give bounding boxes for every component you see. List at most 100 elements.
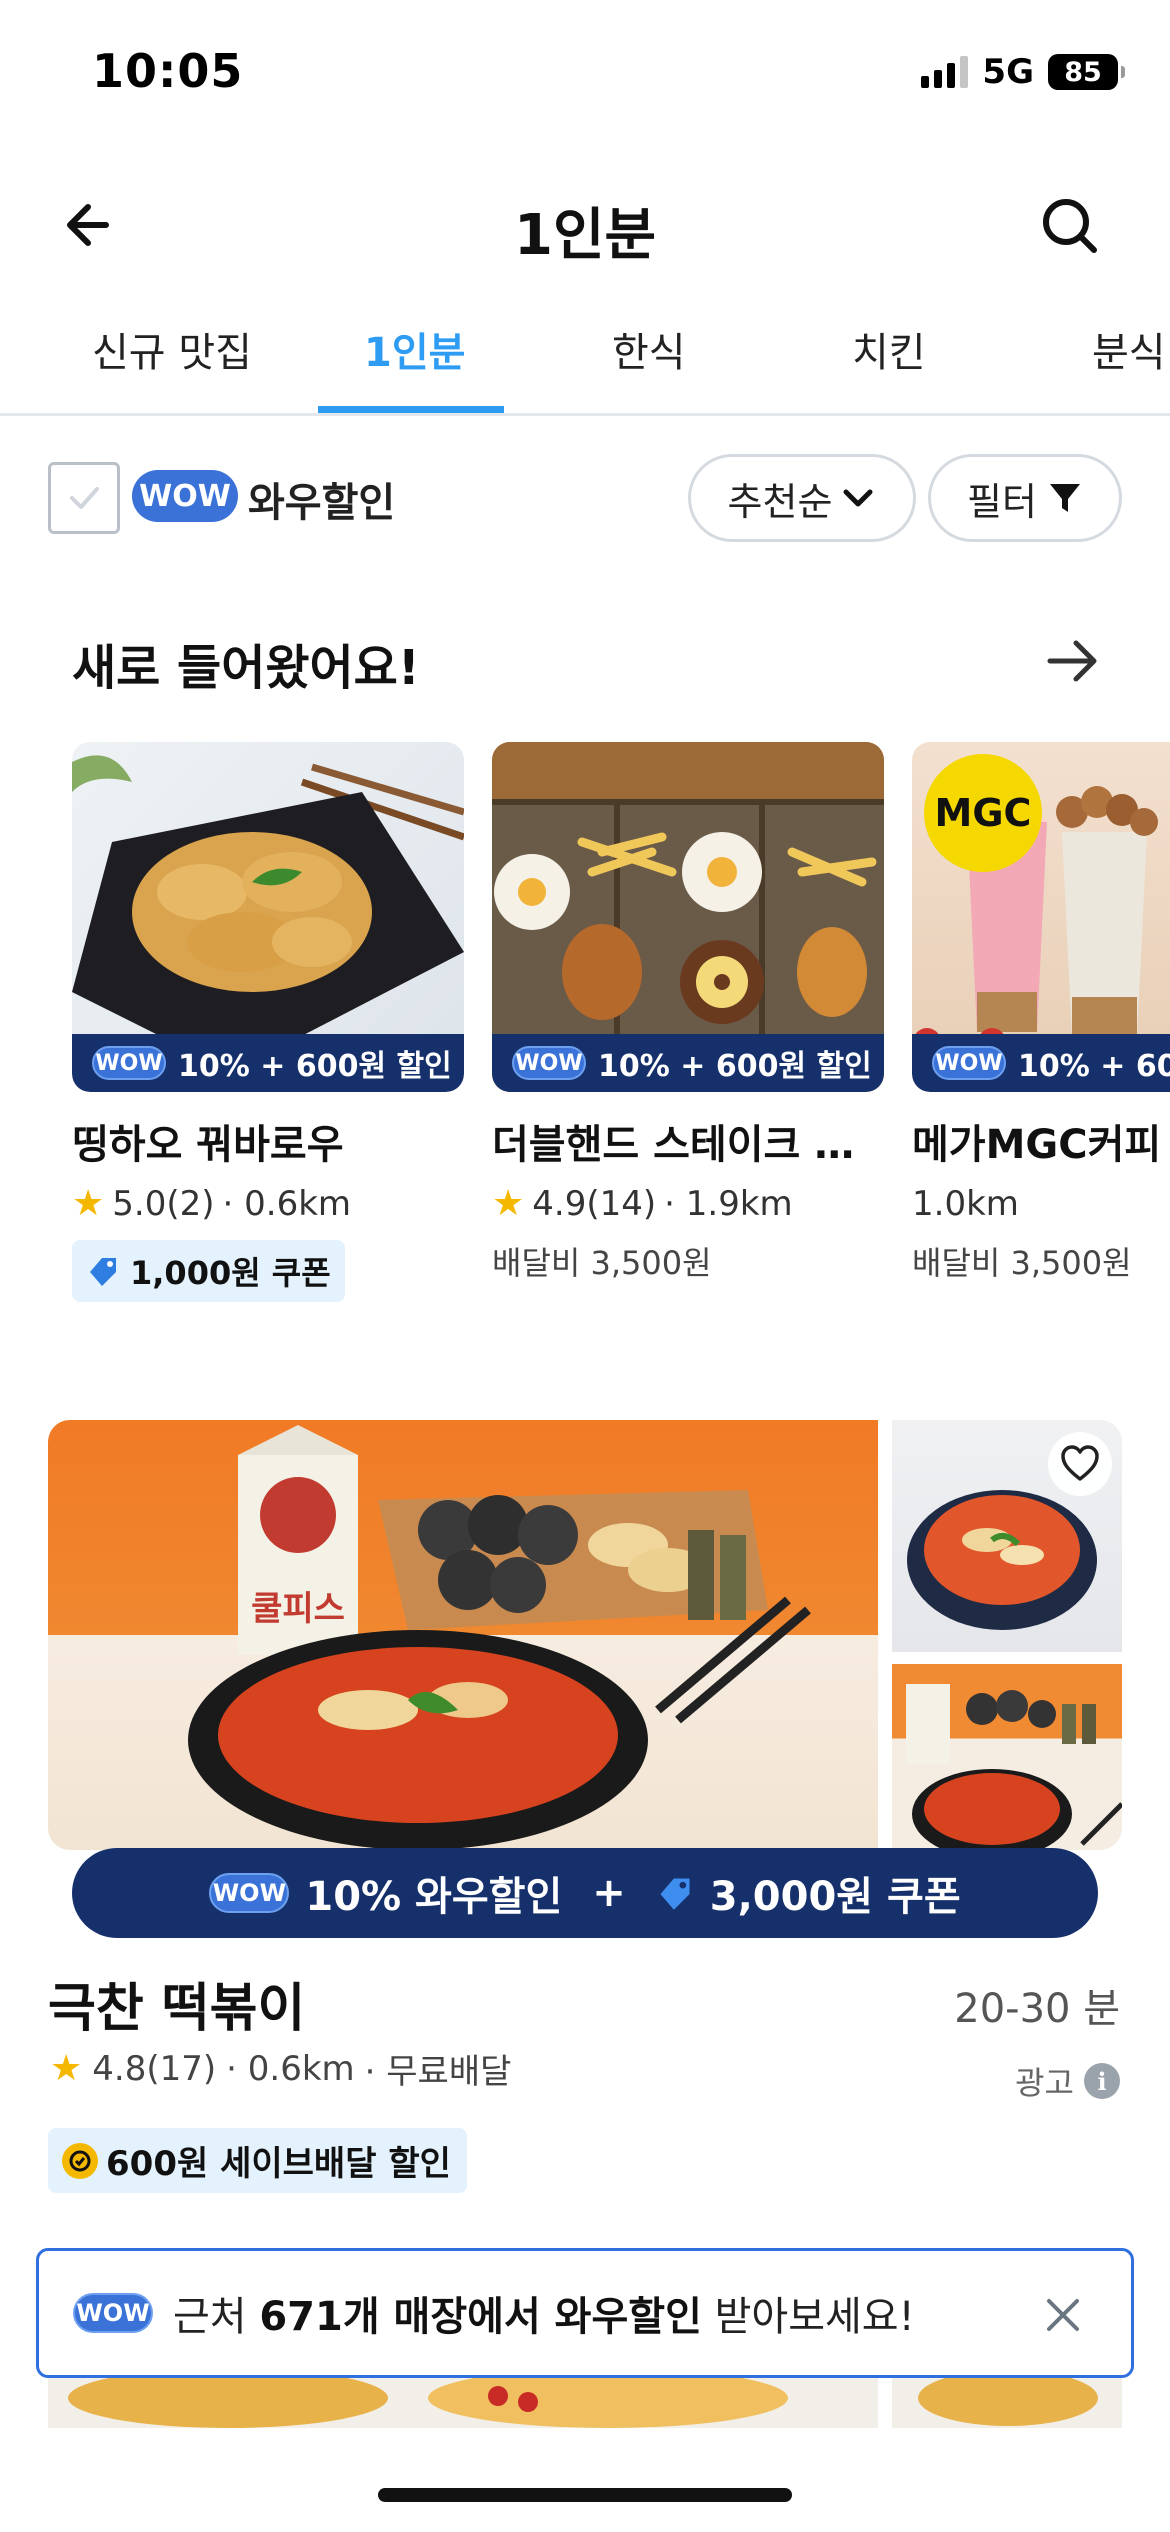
sort-label: 추천순	[727, 479, 833, 524]
store-photo: MGC WOW 10% + 600원 할인	[912, 742, 1170, 1092]
wow-badge: WOW	[92, 1046, 166, 1080]
discount-text: 10% + 600원 할인	[1018, 1049, 1170, 1084]
next-restaurant-photo-peek	[48, 2378, 1122, 2428]
store-distance: · 0.6km	[222, 1184, 352, 1224]
wow-badge: WOW	[209, 1873, 290, 1913]
restaurant-distance: · 0.6km	[226, 2048, 355, 2089]
restaurant-main-photo: 쿨피스	[48, 1420, 878, 1850]
wow-discount-label[interactable]: 와우할인	[248, 470, 395, 528]
network-type: 5G	[982, 52, 1034, 92]
page-title: 1인분	[513, 203, 656, 268]
store-rating: 4.9(14)	[532, 1184, 657, 1224]
filter-label: 필터	[967, 479, 1037, 524]
restaurant-name[interactable]: 극찬 떡볶이	[48, 1966, 305, 2041]
filter-button[interactable]: 필터	[928, 454, 1122, 542]
store-distance: · 1.9km	[664, 1184, 793, 1224]
store-distance: 1.0km	[912, 1184, 1019, 1224]
coupon-tag-icon	[90, 1258, 116, 1286]
discount-text: 10% + 600원 할인	[178, 1049, 452, 1084]
new-stores-carousel[interactable]: WOW 10% + 600원 할인 띵하오 꿔바로우 ★ 5.0(2) · 0.…	[0, 742, 1170, 1382]
store-card[interactable]: MGC WOW 10% + 600원 할인 메가MGC커피 … 1.0km 배달…	[912, 742, 1170, 1284]
search-icon	[1043, 199, 1097, 253]
status-bar: 10:05 5G 85	[0, 0, 1170, 150]
filter-row: WOW 와우할인 추천순 필터	[0, 450, 1170, 550]
tab-new-restaurants[interactable]: 신규 맛집	[92, 320, 252, 378]
active-tab-indicator	[318, 406, 504, 413]
info-icon: i	[1084, 2063, 1120, 2099]
close-button[interactable]	[1035, 2287, 1091, 2343]
store-meta: ★ 4.9(14) · 1.9km	[492, 1184, 884, 1224]
checkmark-icon	[70, 487, 99, 509]
save-delivery-chip: 600원 세이브배달 할인	[48, 2128, 467, 2193]
featured-restaurant-card[interactable]: 쿨피스 WOW 10% 와우할인 + 3,000원 쿠폰	[48, 1420, 1122, 1938]
star-icon: ★	[492, 1183, 525, 1224]
coupon-chip: 1,000원 쿠폰	[72, 1240, 345, 1302]
store-card[interactable]: WOW 10% + 600원 할인 띵하오 꿔바로우 ★ 5.0(2) · 0.…	[72, 742, 464, 1302]
delivery-fee: 배달비 3,500원	[492, 1244, 712, 1282]
discount-banner: WOW 10% 와우할인 + 3,000원 쿠폰	[72, 1848, 1098, 1938]
store-photo: WOW 10% + 600원 할인	[72, 742, 464, 1092]
mgc-logo-text: MGC	[934, 791, 1032, 835]
save-delivery-icon	[62, 2142, 98, 2179]
toast-highlight: 671개 매장에서 와우할인	[259, 2294, 702, 2340]
wow-promo-toast[interactable]: WOW 근처 671개 매장에서 와우할인 받아보세요!	[36, 2248, 1134, 2378]
heart-icon	[1061, 1445, 1099, 1481]
store-name: 메가MGC커피 …	[912, 1122, 1170, 1168]
store-card[interactable]: WOW 10% + 600원 할인 더블핸드 스테이크 성… ★ 4.9(14)…	[492, 742, 884, 1284]
discount-badge: WOW 10% + 600원 할인	[72, 1034, 464, 1092]
wow-badge: WOW	[932, 1046, 1006, 1080]
chevron-down-icon	[843, 489, 873, 507]
status-indicators: 5G 85	[921, 52, 1125, 92]
battery-icon: 85	[1048, 54, 1125, 90]
package-label: 쿨피스	[251, 1589, 345, 1629]
star-icon: ★	[72, 1183, 105, 1224]
delivery-type: · 무료배달	[364, 2052, 512, 2092]
restaurant-rating: 4.8(17)	[92, 2048, 217, 2089]
coupon-text: 1,000원 쿠폰	[130, 1254, 331, 1292]
wow-badge: WOW	[73, 2293, 153, 2333]
toast-suffix: 받아보세요!	[701, 2294, 915, 2340]
favorite-button[interactable]	[1048, 1432, 1112, 1496]
store-name: 더블핸드 스테이크 성…	[492, 1122, 884, 1168]
home-indicator	[378, 2488, 792, 2502]
ad-text: 광고	[1015, 2064, 1074, 2102]
tab-chicken[interactable]: 치킨	[852, 320, 926, 378]
wow-badge: WOW	[512, 1046, 586, 1080]
restaurant-side-photo	[892, 1664, 1122, 1850]
restaurant-meta: ★ 4.8(17) · 0.6km · 무료배달	[50, 2044, 511, 2093]
delivery-time: 20-30 분	[954, 1986, 1120, 2032]
close-icon	[1047, 2299, 1079, 2331]
battery-level: 85	[1064, 56, 1102, 88]
arrow-right-icon	[1047, 640, 1097, 682]
delivery-fee: 배달비 3,500원	[912, 1244, 1132, 1282]
wow-discount-text: 10% 와우할인	[305, 1874, 563, 1920]
category-tabs: 신규 맛집 1인분 한식 치킨 분식	[0, 300, 1170, 416]
toast-prefix: 근처	[173, 2294, 260, 2340]
wow-badge: WOW	[132, 470, 238, 522]
signal-icon	[921, 56, 969, 88]
store-name: 띵하오 꿔바로우	[72, 1122, 344, 1168]
store-meta: 1.0km	[912, 1184, 1170, 1224]
store-meta: ★ 5.0(2) · 0.6km	[72, 1184, 464, 1224]
save-delivery-text: 600원 세이브배달 할인	[106, 2144, 451, 2184]
mgc-logo: MGC	[924, 754, 1042, 872]
tab-single-serving[interactable]: 1인분	[364, 320, 465, 378]
ad-label[interactable]: 광고 i	[1015, 2058, 1120, 2104]
coupon-tag-icon	[660, 1878, 690, 1910]
search-button[interactable]	[1034, 190, 1114, 260]
tab-snack[interactable]: 분식	[1092, 320, 1166, 378]
section-more-button[interactable]	[1038, 626, 1108, 696]
discount-text: 10% + 600원 할인	[598, 1049, 872, 1084]
plus-sign: +	[592, 1870, 626, 1916]
top-app-bar: 1인분	[0, 160, 1170, 290]
discount-badge: WOW 10% + 600원 할인	[912, 1034, 1170, 1092]
store-rating: 5.0(2)	[112, 1184, 215, 1224]
tab-korean[interactable]: 한식	[612, 320, 686, 378]
sort-dropdown[interactable]: 추천순	[688, 454, 916, 542]
wow-discount-checkbox[interactable]	[48, 462, 120, 534]
coupon-text: 3,000원 쿠폰	[709, 1874, 961, 1920]
discount-badge: WOW 10% + 600원 할인	[492, 1034, 884, 1092]
store-photo: WOW 10% + 600원 할인	[492, 742, 884, 1092]
toast-message: 근처 671개 매장에서 와우할인 받아보세요!	[173, 2284, 915, 2342]
section-title: 새로 들어왔어요!	[72, 640, 420, 696]
